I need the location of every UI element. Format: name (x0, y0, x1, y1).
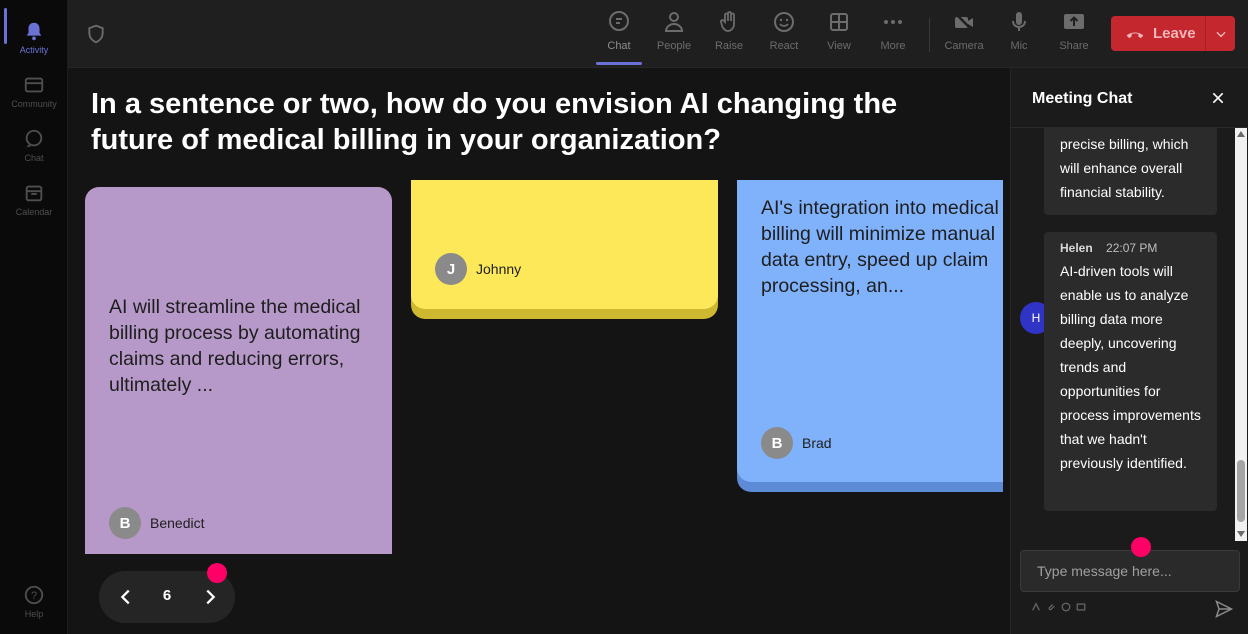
leave-button[interactable]: Leave (1111, 16, 1235, 51)
chevron-left-icon[interactable] (115, 586, 137, 608)
left-rail: Activity Community Chat Calendar ? Help (0, 0, 68, 634)
toolbar-raise-button[interactable]: Raise (701, 10, 757, 62)
rail-item-chat[interactable]: Chat (0, 120, 68, 170)
close-icon[interactable] (1210, 90, 1226, 106)
message-meta: Helen 22:07 PM (1060, 241, 1157, 255)
author-name: Benedict (150, 515, 205, 531)
share-icon (1064, 14, 1084, 29)
toolbar-label: Mic (1010, 40, 1028, 52)
chat-messages[interactable]: precise billing, which will enhance over… (1011, 128, 1234, 541)
chat-scrollbar[interactable] (1235, 128, 1247, 541)
rail-item-community[interactable]: Community (0, 66, 68, 116)
more-icon (884, 20, 902, 24)
scroll-thumb[interactable] (1237, 460, 1245, 522)
toolbar-react-button[interactable]: React (756, 10, 812, 62)
toolbar-view-button[interactable]: View (811, 10, 867, 62)
leave-options-button[interactable] (1205, 16, 1235, 51)
response-card[interactable]: AI will streamline the medical billing p… (85, 187, 392, 554)
card-author: B Brad (761, 427, 832, 459)
meeting-app: Activity Community Chat Calendar ? Help … (0, 0, 1248, 634)
toolbar-label: Raise (714, 40, 744, 52)
hand-icon (720, 11, 735, 32)
top-toolbar: Chat People Raise React View More Camera (68, 0, 1248, 68)
toolbar-label: Chat (607, 40, 631, 52)
format-icon[interactable] (1031, 602, 1041, 612)
chat-icon (609, 11, 629, 31)
toolbar-mic-button[interactable]: Mic (991, 10, 1047, 62)
board-area: AI will streamline the medical billing p… (68, 170, 1003, 554)
rail-item-help[interactable]: ? Help (0, 576, 68, 626)
chat-icon (25, 129, 43, 147)
toolbar-share-button[interactable]: Share (1046, 10, 1102, 62)
scroll-up-arrow[interactable] (1237, 131, 1245, 137)
scroll-down-arrow[interactable] (1237, 531, 1245, 537)
toolbar-label: React (769, 40, 799, 52)
toolbar-active-indicator (596, 62, 642, 65)
shield-icon[interactable] (86, 24, 106, 44)
gif-icon[interactable] (1076, 602, 1086, 612)
toolbar-divider (929, 18, 930, 52)
calendar-icon (25, 185, 43, 201)
message-time: 22:07 PM (1106, 241, 1158, 255)
bell-icon (26, 22, 42, 40)
card-text: AI will streamline the medical billing p… (109, 296, 361, 396)
chat-title: Meeting Chat (1032, 90, 1133, 107)
chevron-right-icon[interactable] (199, 586, 221, 608)
author-name: Johnny (476, 261, 522, 277)
chat-message: Helen 22:07 PM AI-driven tools will enab… (1044, 232, 1217, 511)
toolbar-camera-button[interactable]: Camera (936, 10, 992, 62)
toolbar-label: View (827, 40, 851, 52)
card-author: J Johnny (435, 253, 521, 285)
board-question: In a sentence or two, how do you envisio… (91, 88, 898, 156)
rail-item-calendar[interactable]: Calendar (0, 174, 68, 224)
rail-item-label: Chat (24, 152, 44, 163)
toolbar-more-button[interactable]: More (865, 10, 921, 62)
avatar: B (109, 507, 141, 539)
people-icon (664, 12, 684, 32)
chat-message-input[interactable] (1020, 550, 1240, 592)
svg-text:?: ? (31, 590, 37, 602)
leave-label: Leave (1153, 25, 1196, 42)
author-name: Brad (802, 435, 832, 451)
toolbar-label: People (656, 40, 692, 52)
camera-off-icon (954, 12, 974, 32)
rail-item-label: Activity (19, 44, 49, 55)
response-card[interactable]: AI's integration into medical billing wi… (737, 180, 1003, 482)
chevron-down-icon (1215, 31, 1226, 37)
cursor-marker (1131, 537, 1151, 557)
format-toolbar (1031, 602, 1086, 612)
rail-item-label: Help (24, 608, 44, 619)
avatar: B (761, 427, 793, 459)
message-text: AI-driven tools will enable us to analyz… (1060, 263, 1201, 471)
toolbar-people-button[interactable]: People (646, 10, 702, 62)
card-author: B Benedict (109, 507, 204, 539)
card-text: AI's integration into medical billing wi… (761, 197, 999, 297)
rail-item-label: Calendar (15, 206, 53, 217)
cursor-marker (207, 563, 227, 583)
attach-icon[interactable] (1046, 602, 1056, 612)
avatar: J (435, 253, 467, 285)
chat-message: precise billing, which will enhance over… (1044, 128, 1217, 215)
emoji-icon[interactable] (1061, 602, 1071, 612)
page-number: 6 (162, 587, 172, 604)
rail-item-label: Community (11, 98, 57, 109)
community-icon (24, 77, 44, 92)
grid-icon (830, 13, 848, 31)
response-card[interactable]: J Johnny (411, 180, 718, 309)
message-text: precise billing, which will enhance over… (1060, 136, 1189, 200)
toolbar-label: Camera (944, 40, 984, 52)
toolbar-chat-button[interactable]: Chat (591, 10, 647, 62)
meeting-chat-panel: Meeting Chat precise billing, which will… (1010, 68, 1248, 634)
mic-icon (1012, 12, 1026, 31)
smiley-icon (774, 12, 794, 32)
toolbar-label: More (880, 40, 906, 52)
sender-name: Helen (1060, 241, 1093, 255)
rail-item-activity[interactable]: Activity (0, 12, 68, 62)
help-icon: ? (24, 585, 44, 604)
toolbar-label: Share (1059, 40, 1089, 52)
phone-hangup-icon (1126, 32, 1144, 38)
send-icon[interactable] (1214, 599, 1234, 619)
